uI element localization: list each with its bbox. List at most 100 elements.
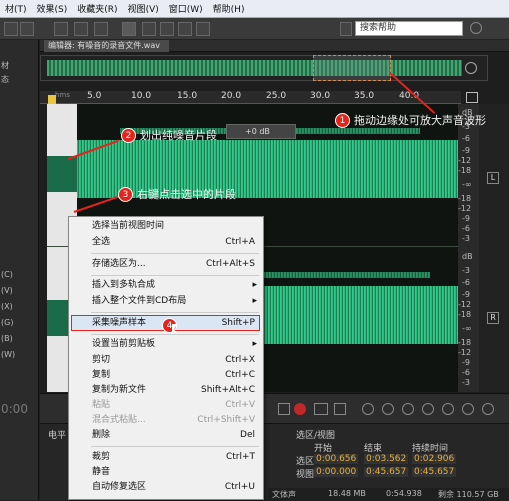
zoom-in-amplitude-icon[interactable] bbox=[362, 403, 374, 415]
zoom-out-amplitude-icon[interactable] bbox=[382, 403, 394, 415]
files-panel: 材 态 (C) (V) (X) (G) (B) (W) 0:00 bbox=[0, 40, 39, 500]
menu-item-crop[interactable]: 裁剪 Ctrl+T bbox=[69, 450, 263, 465]
menu-item-material[interactable]: 材(T) bbox=[0, 2, 32, 15]
menu-item-delete[interactable]: 删除 Del bbox=[69, 428, 263, 443]
db-label: -12 bbox=[458, 204, 472, 213]
zoom-fit-icon[interactable] bbox=[466, 92, 478, 103]
status-file-size: 18.48 MB bbox=[328, 489, 366, 498]
panel-label: 态 bbox=[1, 75, 9, 84]
playhead-icon[interactable] bbox=[48, 95, 56, 104]
tool-icon[interactable] bbox=[94, 22, 108, 36]
ruler-tick: hms bbox=[55, 91, 70, 99]
selection-start-field[interactable]: 0:00.656 bbox=[314, 454, 359, 464]
context-menu: 选择当前视图时间 全选 Ctrl+A 存储选区为... Ctrl+Alt+S 插入到… bbox=[68, 216, 264, 500]
overview-zoom-range[interactable] bbox=[313, 55, 391, 81]
tool-icon[interactable] bbox=[54, 22, 68, 36]
zoom-left-icon[interactable] bbox=[482, 403, 494, 415]
shortcut-label: (W) bbox=[1, 350, 16, 359]
time-selection-tool-icon[interactable] bbox=[122, 22, 136, 36]
menu-item-cut[interactable]: 剪切 Ctrl+X bbox=[69, 353, 263, 368]
zoom-selection-icon[interactable] bbox=[462, 403, 474, 415]
db-label: -12 bbox=[458, 156, 472, 165]
selection-view-title: 选区/视图 bbox=[296, 431, 336, 441]
db-label: -6 bbox=[462, 368, 470, 377]
status-channel-type: 文体声 bbox=[272, 490, 296, 499]
col-start: 开始 bbox=[314, 444, 333, 454]
status-duration: 0:54.938 bbox=[386, 489, 422, 498]
view-duration-field[interactable]: 0:45.657 bbox=[412, 467, 457, 477]
callout-number: 2 bbox=[121, 127, 136, 143]
brush-tool-icon[interactable] bbox=[178, 22, 192, 36]
time-ruler[interactable] bbox=[40, 91, 461, 104]
left-channel-toggle[interactable]: L bbox=[487, 172, 499, 184]
callout-1: 1 拖动边缘处可放大声音波形 bbox=[335, 112, 486, 128]
ruler-tick: 5.0 bbox=[87, 91, 102, 101]
menu-item-help[interactable]: 帮助(H) bbox=[208, 2, 250, 15]
ruler-tick: 10.0 bbox=[131, 91, 152, 101]
menu-item-insert-into-cd-layout[interactable]: 插入整个文件到CD布局 ▸ bbox=[69, 294, 263, 309]
tool-icon[interactable] bbox=[4, 22, 18, 36]
tool-icon[interactable] bbox=[74, 22, 88, 36]
db-label: -18 bbox=[458, 166, 472, 175]
shortcut-label: (G) bbox=[1, 318, 14, 327]
view-start-field[interactable]: 0:00.000 bbox=[314, 467, 359, 477]
db-label: -18 bbox=[458, 338, 472, 347]
menu-separator bbox=[91, 446, 259, 447]
menu-item-view[interactable]: 视图(V) bbox=[123, 2, 164, 15]
ruler-tick: 35.0 bbox=[354, 91, 375, 101]
record-icon[interactable] bbox=[294, 403, 306, 415]
menu-item-insert-into-multitrack[interactable]: 插入到多轨合成 ▸ bbox=[69, 278, 263, 293]
submenu-arrow-icon: ▸ bbox=[252, 339, 257, 349]
db-label: -∞ bbox=[462, 324, 472, 333]
menu-item-select-current-view-time[interactable]: 选择当前视图时间 bbox=[69, 219, 263, 234]
workspace-dropdown-icon[interactable] bbox=[340, 22, 352, 36]
menu-item-save-selection-as[interactable]: 存储选区为... Ctrl+Alt+S bbox=[69, 257, 263, 272]
menu-item-favorites[interactable]: 收藏夹(R) bbox=[72, 2, 122, 15]
status-bar: 文体声 18.48 MB 0:54.938 剩余 110.57 GB bbox=[268, 488, 509, 501]
db-label: -6 bbox=[462, 134, 470, 143]
db-label: -∞ bbox=[462, 180, 472, 189]
view-end-field[interactable]: 0:45.657 bbox=[364, 467, 409, 477]
tool-icon[interactable] bbox=[20, 22, 34, 36]
menu-item-copy-to-new[interactable]: 复制为新文件 Shift+Alt+C bbox=[69, 383, 263, 398]
shortcut-label: (B) bbox=[1, 334, 13, 343]
menu-separator bbox=[91, 253, 259, 254]
db-label: -3 bbox=[462, 378, 470, 387]
zoom-in-time-icon[interactable] bbox=[402, 403, 414, 415]
menu-item-set-current-clipboard[interactable]: 设置当前剪贴板 ▸ bbox=[69, 337, 263, 352]
db-label: -12 bbox=[458, 348, 472, 357]
zoom-full-icon[interactable] bbox=[442, 403, 454, 415]
tab-editor[interactable]: 编辑器: 有噪音的录音文件.wav bbox=[44, 40, 169, 52]
right-channel-toggle[interactable]: R bbox=[487, 312, 499, 324]
db-label: -12 bbox=[458, 300, 472, 309]
menu-item-copy[interactable]: 复制 Ctrl+C bbox=[69, 368, 263, 383]
shortcut-label: (C) bbox=[1, 270, 13, 279]
gain-hud[interactable]: +0 dB bbox=[226, 124, 296, 139]
db-label: -9 bbox=[462, 214, 470, 223]
menu-item-effects[interactable]: 效果(S) bbox=[32, 2, 73, 15]
lasso-tool-icon[interactable] bbox=[160, 22, 174, 36]
menu-item-window[interactable]: 窗口(W) bbox=[164, 2, 208, 15]
selection-end-field[interactable]: 0:03.562 bbox=[364, 454, 409, 464]
menu-item-silence[interactable]: 静音 bbox=[69, 465, 263, 480]
panel-label: 材 bbox=[1, 61, 9, 70]
menu-item-auto-heal[interactable]: 自动修复选区 Ctrl+U bbox=[69, 480, 263, 495]
db-label: -6 bbox=[462, 224, 470, 233]
db-label: -9 bbox=[462, 290, 470, 299]
search-icon[interactable] bbox=[470, 22, 482, 34]
zoom-icon[interactable] bbox=[465, 62, 477, 74]
menu-item-select-all[interactable]: 全选 Ctrl+A bbox=[69, 235, 263, 250]
db-scale: dB -3 -6 -9 -12 -18 -∞ -18 -12 -9 -6 -3 … bbox=[458, 104, 479, 392]
menu-separator bbox=[91, 275, 259, 276]
search-input[interactable]: 搜索帮助 bbox=[355, 21, 463, 36]
marquee-tool-icon[interactable] bbox=[142, 22, 156, 36]
selected-noise-left bbox=[47, 156, 77, 192]
selection-duration-field[interactable]: 0:02.906 bbox=[412, 454, 457, 464]
callout-text: 右键点击选中的片段 bbox=[137, 188, 236, 201]
zoom-out-time-icon[interactable] bbox=[422, 403, 434, 415]
skip-icon[interactable] bbox=[334, 403, 346, 415]
levels-panel-title: 电平 bbox=[48, 431, 67, 441]
loop-icon[interactable] bbox=[278, 403, 290, 415]
heal-tool-icon[interactable] bbox=[196, 22, 210, 36]
loop-play-icon[interactable] bbox=[314, 403, 328, 415]
